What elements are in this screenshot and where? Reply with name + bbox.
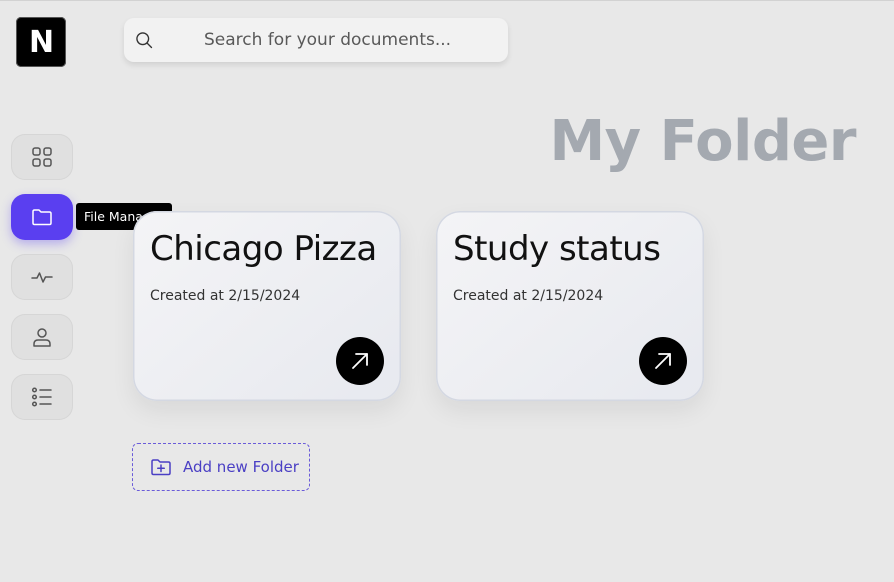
app-window: N File Manager <box>0 0 894 582</box>
add-folder-button[interactable]: Add new Folder <box>132 443 310 491</box>
folder-created-date: Created at 2/15/2024 <box>150 288 301 304</box>
open-folder-button[interactable] <box>336 337 384 385</box>
search-icon <box>136 32 153 49</box>
logo-letter: N <box>28 24 54 60</box>
user-icon <box>33 328 51 347</box>
folder-title: Study status <box>453 229 661 269</box>
folder-icon <box>32 209 52 226</box>
open-folder-button[interactable] <box>639 337 687 385</box>
search-input[interactable] <box>204 18 494 62</box>
list-icon <box>31 387 52 407</box>
sidebar-item-file-manager[interactable] <box>11 194 73 240</box>
sidebar-item-list[interactable] <box>11 374 73 420</box>
sidebar-item-dashboard[interactable] <box>11 134 73 180</box>
activity-icon <box>31 272 53 283</box>
app-logo[interactable]: N <box>16 17 66 67</box>
folder-created-date: Created at 2/15/2024 <box>453 288 604 304</box>
add-folder-label: Add new Folder <box>183 458 299 476</box>
arrow-up-right-icon <box>352 353 368 369</box>
folder-plus-icon <box>151 459 171 476</box>
sidebar-item-activity[interactable] <box>11 254 73 300</box>
sidebar-item-profile[interactable] <box>11 314 73 360</box>
folder-card[interactable]: Chicago Pizza Created at 2/15/2024 <box>133 211 401 401</box>
page-title: My Folder <box>549 109 856 174</box>
folder-title: Chicago Pizza <box>150 229 377 269</box>
grid-icon <box>32 147 52 167</box>
search-bar <box>124 18 508 62</box>
arrow-up-right-icon <box>655 353 671 369</box>
folder-card[interactable]: Study status Created at 2/15/2024 <box>436 211 704 401</box>
